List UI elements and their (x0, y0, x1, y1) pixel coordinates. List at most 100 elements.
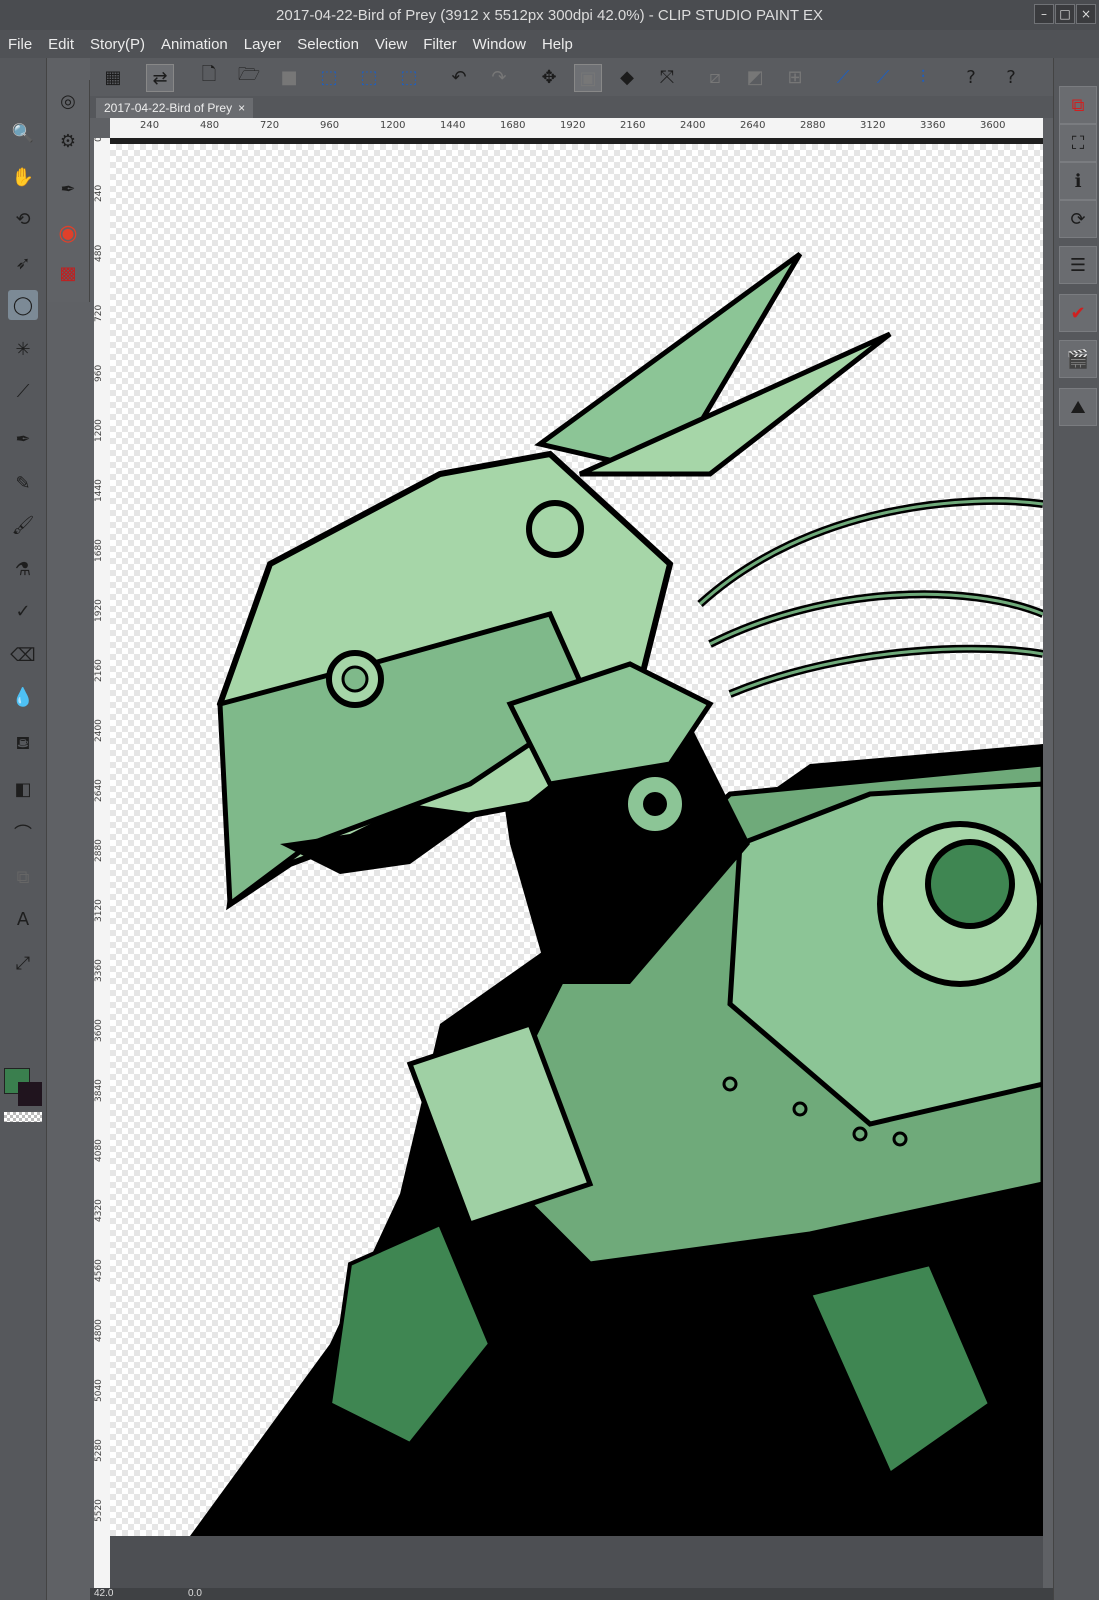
tool-property-icon[interactable]: ⛶ (1059, 124, 1097, 162)
menu-window[interactable]: Window (465, 36, 534, 53)
close-icon[interactable]: × (1076, 4, 1096, 24)
ruler-label: 0 (94, 138, 104, 142)
info-icon[interactable]: ℹ (1059, 162, 1097, 200)
ruler-label: 2160 (94, 659, 104, 682)
select-layer-icon[interactable]: ⬚ (356, 64, 382, 90)
document-tab[interactable]: 2017-04-22-Bird of Prey × (96, 98, 254, 118)
snap-special-icon[interactable]: ⟋ (870, 64, 896, 90)
decoration-icon[interactable]: ✓ (8, 596, 38, 626)
menu-filter[interactable]: Filter (415, 36, 464, 53)
ruler-label: 1200 (380, 120, 406, 131)
fill-bucket-icon[interactable]: ⛾ (8, 730, 38, 760)
new-file-icon[interactable]: 🗋 (196, 64, 222, 90)
lasso-icon[interactable]: ◯ (8, 290, 38, 320)
ruler-label: 720 (94, 304, 104, 322)
pen-icon[interactable]: ✒ (8, 424, 38, 454)
color-sync-icon[interactable]: ⟳ (1059, 200, 1097, 238)
ruler-label: 1920 (94, 599, 104, 622)
ruler-label: 2880 (94, 839, 104, 862)
document-tab-bar: 2017-04-22-Bird of Prey × (90, 96, 1053, 118)
subtool-settings-icon[interactable]: ⚙ (53, 126, 83, 156)
blend-icon[interactable]: 💧 (8, 682, 38, 712)
zoom-readout: 42.0 (94, 1588, 114, 1599)
magic-wand-icon[interactable]: ✳ (8, 334, 38, 364)
menu-help[interactable]: Help (534, 36, 581, 53)
select-icon[interactable]: ⬚ (396, 64, 422, 90)
gradient-icon[interactable]: ◧ (8, 774, 38, 804)
ruler-label: 4560 (94, 1259, 104, 1282)
sub-tool-strip: ◎ ⚙ ✒ ◉ ▩ (47, 80, 90, 302)
ruler-label: 1920 (560, 120, 586, 131)
rotation-readout: 0.0 (188, 1588, 202, 1599)
layer-icon[interactable]: ☰ (1059, 246, 1097, 284)
rotate-icon[interactable]: ⟲ (8, 204, 38, 234)
text-icon[interactable]: A (8, 904, 38, 934)
fit-icon[interactable]: ⤧ (654, 64, 680, 90)
pen-subtool-icon[interactable]: ✒ (53, 174, 83, 204)
snap-grid-icon[interactable]: ⫶ (910, 64, 936, 90)
ruler-label: 1440 (94, 479, 104, 502)
ruler-label: 3600 (980, 120, 1006, 131)
canvas[interactable] (110, 144, 1043, 1536)
help2-icon[interactable]: ? (998, 64, 1024, 90)
balloon-icon[interactable]: ⤢ (8, 948, 38, 978)
animation-icon[interactable]: 🎬 (1059, 340, 1097, 378)
save-icon[interactable]: ■ (276, 64, 302, 90)
hand-icon[interactable]: ✋ (8, 162, 38, 192)
color-set-icon[interactable]: ▩ (53, 258, 83, 288)
app-grid-icon[interactable]: ▦ (100, 64, 126, 90)
color-wheel-icon[interactable]: ◉ (53, 218, 83, 248)
check-icon[interactable]: ✔ (1059, 294, 1097, 332)
right-palette-bar: ⧉ ⛶ ℹ ⟳ ☰ ✔ 🎬 ⛰ (1053, 58, 1099, 1600)
ruler-label: 1680 (94, 539, 104, 562)
ruler-label: 2880 (800, 120, 826, 131)
navigator-icon[interactable]: ⛰ (1059, 388, 1097, 426)
ruler-label: 240 (140, 120, 160, 131)
tab-close-icon[interactable]: × (238, 98, 245, 118)
help-icon[interactable]: ? (958, 64, 984, 90)
menu-view[interactable]: View (367, 36, 415, 53)
transparent-color-swatch[interactable] (4, 1112, 42, 1122)
ruler-label: 5280 (94, 1439, 104, 1462)
menu-layer[interactable]: Layer (236, 36, 290, 53)
menu-animation[interactable]: Animation (153, 36, 236, 53)
eyedropper-icon[interactable]: ⟋ (8, 376, 38, 406)
ruler-snap-icon[interactable]: ◩ (742, 64, 768, 90)
select-all-icon[interactable]: ⬚ (316, 64, 342, 90)
ruler-label: 2640 (740, 120, 766, 131)
grid-icon[interactable]: ⊞ (782, 64, 808, 90)
brush-icon[interactable]: 🖌 (8, 510, 38, 540)
canvas-toggle-icon[interactable]: ⇄ (146, 64, 174, 92)
clear-icon[interactable]: ▣ (574, 64, 602, 92)
snap-ruler-icon[interactable]: ⟋ (830, 64, 856, 90)
ruler-label: 1200 (94, 419, 104, 442)
layer-property-icon[interactable]: ⧉ (1059, 86, 1097, 124)
ruler-label: 720 (260, 120, 280, 131)
figure-icon[interactable]: ⌒ (8, 818, 38, 848)
open-file-icon[interactable]: 🗁 (236, 64, 262, 90)
redo-icon[interactable]: ↷ (486, 64, 512, 90)
menu-file[interactable]: File (0, 36, 40, 53)
move-icon[interactable]: ➶ (8, 248, 38, 278)
minimize-icon[interactable]: – (1034, 4, 1054, 24)
zoom-icon[interactable]: 🔍 (8, 118, 38, 148)
fill-icon[interactable]: ◆ (614, 64, 640, 90)
eraser-icon[interactable]: ⌫ (8, 640, 38, 670)
vertical-ruler: 0 240 480 720 960 1200 1440 1680 1920 2160 2400 264… (94, 138, 111, 1588)
lasso-subtool-icon[interactable]: ◎ (53, 86, 83, 116)
transform-icon[interactable]: ✥ (536, 64, 562, 90)
sub-color-swatch[interactable] (18, 1082, 42, 1106)
pencil-icon[interactable]: ✎ (8, 468, 38, 498)
frame-icon[interactable]: ⧉ (8, 862, 38, 892)
ruler-label: 960 (94, 364, 104, 382)
airbrush-icon[interactable]: ⚗ (8, 554, 38, 584)
menu-selection[interactable]: Selection (289, 36, 367, 53)
undo-icon[interactable]: ↶ (446, 64, 472, 90)
menu-story[interactable]: Story(P) (82, 36, 153, 53)
ruler-label: 2640 (94, 779, 104, 802)
maximize-icon[interactable]: □ (1055, 4, 1075, 24)
ruler-label: 2400 (680, 120, 706, 131)
menu-bar: File Edit Story(P) Animation Layer Selec… (0, 30, 1099, 58)
ruler-off-icon[interactable]: ⧄ (702, 64, 728, 90)
menu-edit[interactable]: Edit (40, 36, 82, 53)
